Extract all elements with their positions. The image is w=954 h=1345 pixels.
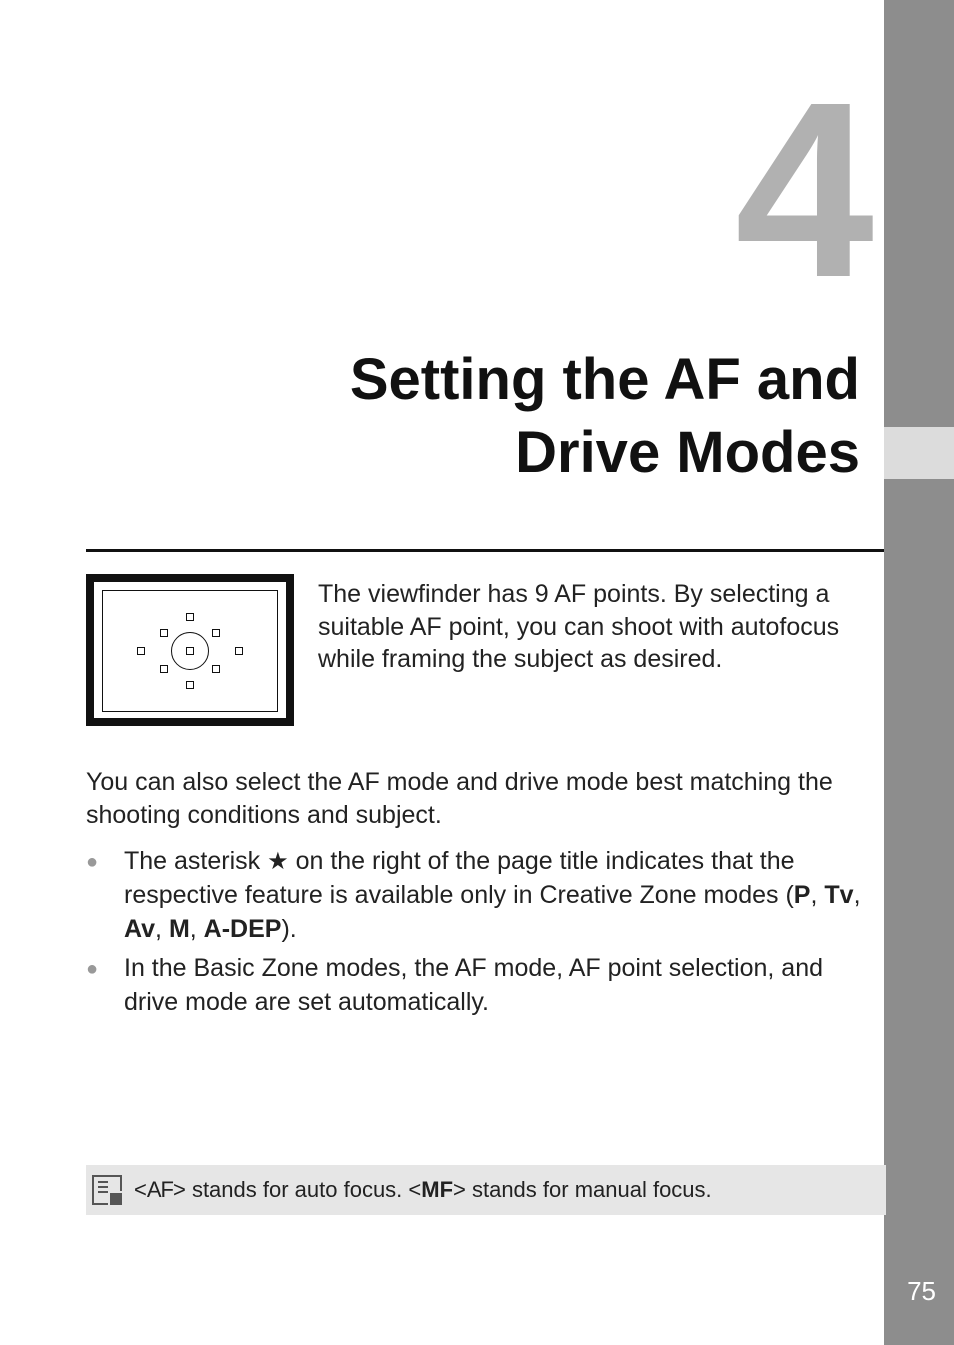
bullet-dot-icon: ● — [86, 845, 124, 946]
chapter-side-tab — [884, 0, 954, 1345]
chapter-number: 4 — [735, 65, 868, 315]
note-page-icon — [92, 1175, 122, 1205]
af-point-icon — [212, 629, 220, 637]
bullet-text: The asterisk ★ on the right of the page … — [124, 845, 864, 946]
manual-page: 4 Setting the AF and Drive Modes The vie… — [0, 0, 954, 1345]
chapter-title-line: Setting the AF and — [86, 344, 860, 417]
note-text: <AF> stands for auto focus. <MF> stands … — [134, 1177, 712, 1203]
af-point-icon — [160, 629, 168, 637]
viewfinder-frame — [102, 590, 278, 712]
text-run: > stands for manual focus. — [453, 1177, 712, 1202]
bullet-text: In the Basic Zone modes, the AF mode, AF… — [124, 952, 864, 1020]
af-symbol: AF — [147, 1177, 173, 1202]
mf-symbol: MF — [421, 1177, 453, 1202]
mode-symbol-tv: Tv — [824, 881, 853, 909]
af-point-icon — [137, 647, 145, 655]
af-point-icon — [186, 647, 194, 655]
intro-paragraph: The viewfinder has 9 AF points. By selec… — [318, 578, 868, 676]
af-point-icon — [186, 613, 194, 621]
text-run: The asterisk — [124, 847, 267, 875]
note-box: <AF> stands for auto focus. <MF> stands … — [86, 1165, 886, 1215]
side-tab-current-chapter-marker — [884, 427, 954, 479]
star-icon: ★ — [267, 848, 289, 875]
text-run: < — [134, 1177, 147, 1202]
text-run: ). — [281, 915, 296, 943]
af-point-icon — [186, 681, 194, 689]
af-point-icon — [212, 665, 220, 673]
list-item: ● The asterisk ★ on the right of the pag… — [86, 845, 864, 946]
bullet-list: ● The asterisk ★ on the right of the pag… — [86, 845, 864, 1026]
mode-symbol-adep: A-DEP — [204, 915, 282, 943]
bullet-dot-icon: ● — [86, 952, 124, 1020]
body-paragraph: You can also select the AF mode and driv… — [86, 766, 868, 831]
mode-symbol-m: M — [169, 915, 190, 943]
side-tab-segment — [884, 0, 954, 427]
content-area: 4 Setting the AF and Drive Modes The vie… — [86, 0, 868, 1345]
side-tab-segment — [884, 479, 954, 1345]
af-point-icon — [160, 665, 168, 673]
mode-symbol-p: P — [794, 881, 811, 909]
chapter-title-line: Drive Modes — [86, 417, 860, 490]
list-item: ● In the Basic Zone modes, the AF mode, … — [86, 952, 864, 1020]
mode-symbol-av: Av — [124, 915, 155, 943]
viewfinder-diagram — [86, 574, 294, 726]
text-run: > stands for auto focus. < — [173, 1177, 421, 1202]
page-number: 75 — [907, 1276, 936, 1307]
af-point-icon — [235, 647, 243, 655]
chapter-title: Setting the AF and Drive Modes — [86, 344, 868, 489]
section-divider — [86, 549, 884, 552]
